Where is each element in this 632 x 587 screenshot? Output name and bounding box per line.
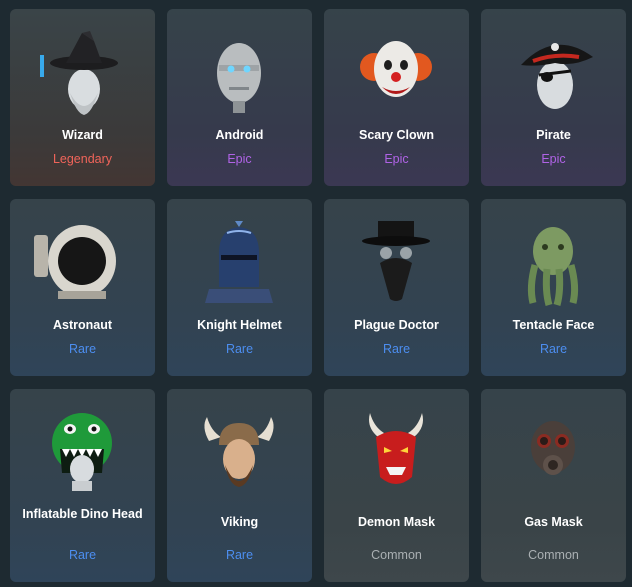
item-card-plague-doctor[interactable]: Plague Doctor Rare xyxy=(324,199,469,376)
item-name: Demon Mask xyxy=(357,515,436,529)
knight-helmet-icon xyxy=(189,217,289,307)
item-card-gas-mask[interactable]: Gas Mask Common xyxy=(481,389,626,582)
item-rarity: Rare xyxy=(539,342,568,356)
item-name: Viking xyxy=(220,515,259,529)
item-name: Android xyxy=(215,128,264,142)
item-rarity: Epic xyxy=(541,152,566,166)
item-rarity: Epic xyxy=(227,152,252,166)
viking-helmet-icon xyxy=(189,407,289,497)
item-rarity: Epic xyxy=(384,152,409,166)
item-card-inflatable-dino-head[interactable]: Inflatable Dino Head Rare xyxy=(10,389,155,582)
clown-mask-icon xyxy=(346,27,446,117)
item-name: Scary Clown xyxy=(358,128,435,142)
astronaut-helmet-icon xyxy=(32,217,132,307)
item-name: Astronaut xyxy=(52,318,113,332)
item-name: Plague Doctor xyxy=(354,318,439,332)
gas-mask-icon xyxy=(503,407,603,497)
item-rarity: Legendary xyxy=(52,152,113,166)
item-name: Tentacle Face xyxy=(512,318,595,332)
item-card-demon-mask[interactable]: Demon Mask Common xyxy=(324,389,469,582)
item-card-android[interactable]: Android Epic xyxy=(167,9,312,186)
item-name: Pirate xyxy=(536,128,571,142)
item-name: Wizard xyxy=(62,128,103,142)
item-card-tentacle-face[interactable]: Tentacle Face Rare xyxy=(481,199,626,376)
wizard-hat-icon xyxy=(32,27,132,117)
item-name: Inflatable Dino Head xyxy=(22,507,143,521)
item-card-astronaut[interactable]: Astronaut Rare xyxy=(10,199,155,376)
item-card-wizard[interactable]: Wizard Legendary xyxy=(10,9,155,186)
item-name: Gas Mask xyxy=(524,515,583,529)
cosmetic-item-grid: Wizard Legendary Android Epic Scary Clow… xyxy=(10,9,626,582)
item-card-viking[interactable]: Viking Rare xyxy=(167,389,312,582)
pirate-hat-icon xyxy=(503,27,603,117)
plague-doctor-mask-icon xyxy=(346,217,446,307)
item-rarity: Rare xyxy=(225,548,254,562)
item-card-pirate[interactable]: Pirate Epic xyxy=(481,9,626,186)
item-rarity: Rare xyxy=(382,342,411,356)
item-rarity: Rare xyxy=(68,548,97,562)
android-head-icon xyxy=(189,27,289,117)
item-rarity: Common xyxy=(528,548,579,562)
item-name: Knight Helmet xyxy=(197,318,282,332)
item-rarity: Rare xyxy=(68,342,97,356)
item-rarity: Rare xyxy=(225,342,254,356)
dino-head-icon xyxy=(32,407,132,497)
item-card-knight-helmet[interactable]: Knight Helmet Rare xyxy=(167,199,312,376)
tentacle-face-icon xyxy=(503,217,603,307)
item-card-scary-clown[interactable]: Scary Clown Epic xyxy=(324,9,469,186)
demon-mask-icon xyxy=(346,407,446,497)
item-rarity: Common xyxy=(371,548,422,562)
